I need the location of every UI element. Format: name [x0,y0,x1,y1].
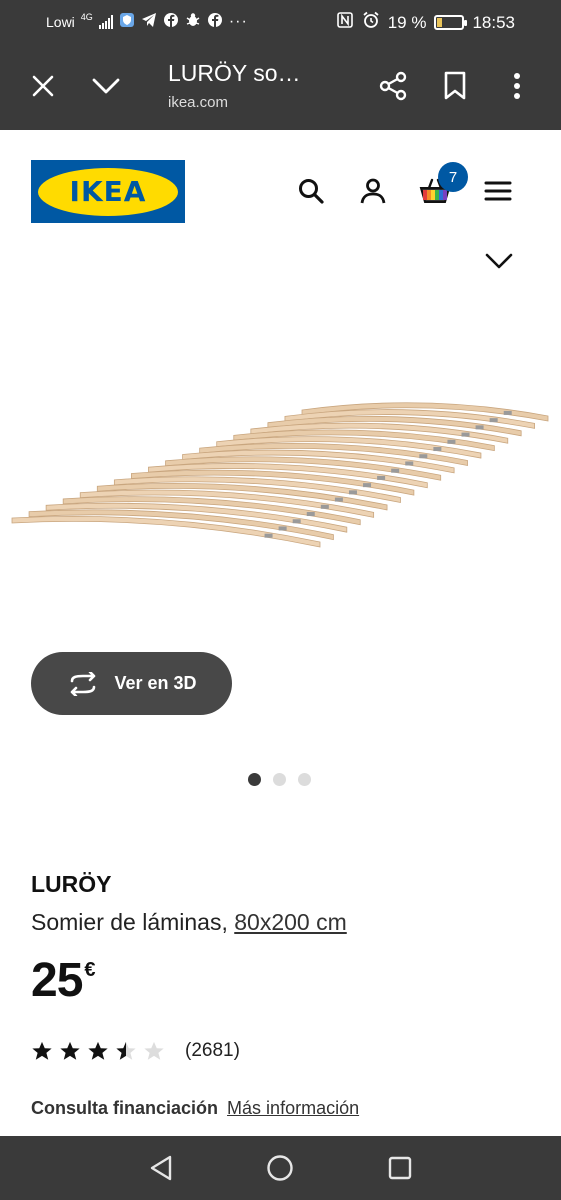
slat-holder [363,483,372,488]
star-full-icon [60,1041,80,1060]
financing-row: Consulta financiación Más información [31,1098,359,1119]
star-full-icon [32,1041,52,1060]
view-3d-label: Ver en 3D [114,673,197,693]
ikea-logo-oval: IKEA [38,167,178,216]
battery-level-fill [437,18,443,27]
financing-label: Consulta financiación [31,1098,219,1118]
expand-toolbar-button[interactable] [86,66,126,106]
status-right: 19 % 18:53 [336,11,515,34]
price-currency: € [84,959,95,981]
account-button[interactable] [355,173,391,209]
product-size-link[interactable]: 80x200 cm [234,909,347,935]
slat-holder [334,497,343,502]
slat-holder [489,418,498,423]
signal-icon [98,14,113,29]
product-description: Somier de láminas, 80x200 cm [31,909,347,936]
product-name: LURÖY [31,871,112,897]
search-icon [299,179,324,204]
telegram-icon [141,12,157,31]
close-icon [32,75,54,97]
rotate-3d-icon [71,671,96,696]
battery-percent: 19 % [387,12,427,32]
facebook-icon-2 [207,12,223,31]
system-nav-bar [0,1136,561,1200]
slat-holder [348,490,357,495]
share-icon [379,71,407,101]
slat-holder [320,504,329,509]
star-half-icon [116,1041,136,1060]
carousel-dot-1[interactable] [248,773,261,786]
carousel-dot-3[interactable] [298,773,311,786]
nfc-icon [336,11,354,34]
close-tab-button[interactable] [23,66,63,106]
nav-back-button[interactable] [145,1152,177,1184]
status-left: Lowi 4G ··· [46,12,248,31]
battery-icon [434,15,468,30]
page-domain[interactable]: ikea.com [168,94,228,111]
slat-holder [475,425,484,430]
home-icon [267,1155,293,1181]
slat-holder [447,439,456,444]
slat-holder [419,454,428,459]
chevron-down-icon [485,253,513,269]
slat-holder [377,475,386,480]
carousel-indicator [248,773,311,786]
star-full-icon [88,1041,108,1060]
account-icon [360,178,386,204]
chevron-down-icon [92,78,120,94]
more-options-button[interactable] [497,66,537,106]
clock: 18:53 [472,12,515,32]
product-image[interactable] [8,380,553,560]
share-button[interactable] [373,66,413,106]
facebook-icon [163,12,179,31]
back-icon [150,1155,172,1181]
nav-recents-button[interactable] [384,1152,416,1184]
bed-slat [11,516,321,548]
slat-holder [292,519,301,524]
status-bar: Lowi 4G ··· 19 % 18:53 [0,0,561,44]
ikea-logo[interactable]: IKEA [31,160,185,223]
slat-holder [306,512,315,517]
page-title[interactable]: LURÖY so… [168,60,301,87]
product-rating[interactable]: (2681) [31,1040,240,1062]
star-empty-icon [144,1041,164,1060]
browser-toolbar: LURÖY so… ikea.com [0,44,561,130]
slat-holder [461,432,470,437]
bug-icon [185,12,201,31]
site-header: IKEA [0,131,561,241]
menu-icon [484,181,512,201]
review-count: (2681) [185,1040,240,1061]
carrier-name: Lowi [46,13,75,30]
search-button[interactable] [293,173,329,209]
alarm-icon [362,11,380,34]
product-type: Somier de láminas, [31,909,228,935]
slat-holder [264,533,273,538]
bookmark-icon [444,71,466,100]
network-type: 4G [80,11,93,22]
view-3d-button[interactable]: Ver en 3D [31,652,232,715]
more-notifications-icon: ··· [228,12,248,30]
more-vert-icon [514,73,520,99]
ikea-logo-text: IKEA [69,175,147,208]
shield-icon [119,12,135,31]
slat-holder [278,526,287,531]
cart-count-badge: 7 [438,162,468,192]
menu-button[interactable] [480,173,516,209]
financing-more-info-link[interactable]: Más información [227,1098,359,1118]
collapse-header-button[interactable] [484,250,514,272]
bookmark-button[interactable] [435,66,475,106]
recents-icon [388,1156,412,1180]
price-value: 25 [31,954,83,1007]
carousel-dot-2[interactable] [273,773,286,786]
slatted-bed-base-image [11,402,549,548]
nav-home-button[interactable] [264,1152,296,1184]
slat-holder [405,461,414,466]
product-price: 25 € [31,953,96,1008]
slat-holder [503,410,512,415]
slat-holder [391,468,400,473]
slat-holder [433,447,442,452]
